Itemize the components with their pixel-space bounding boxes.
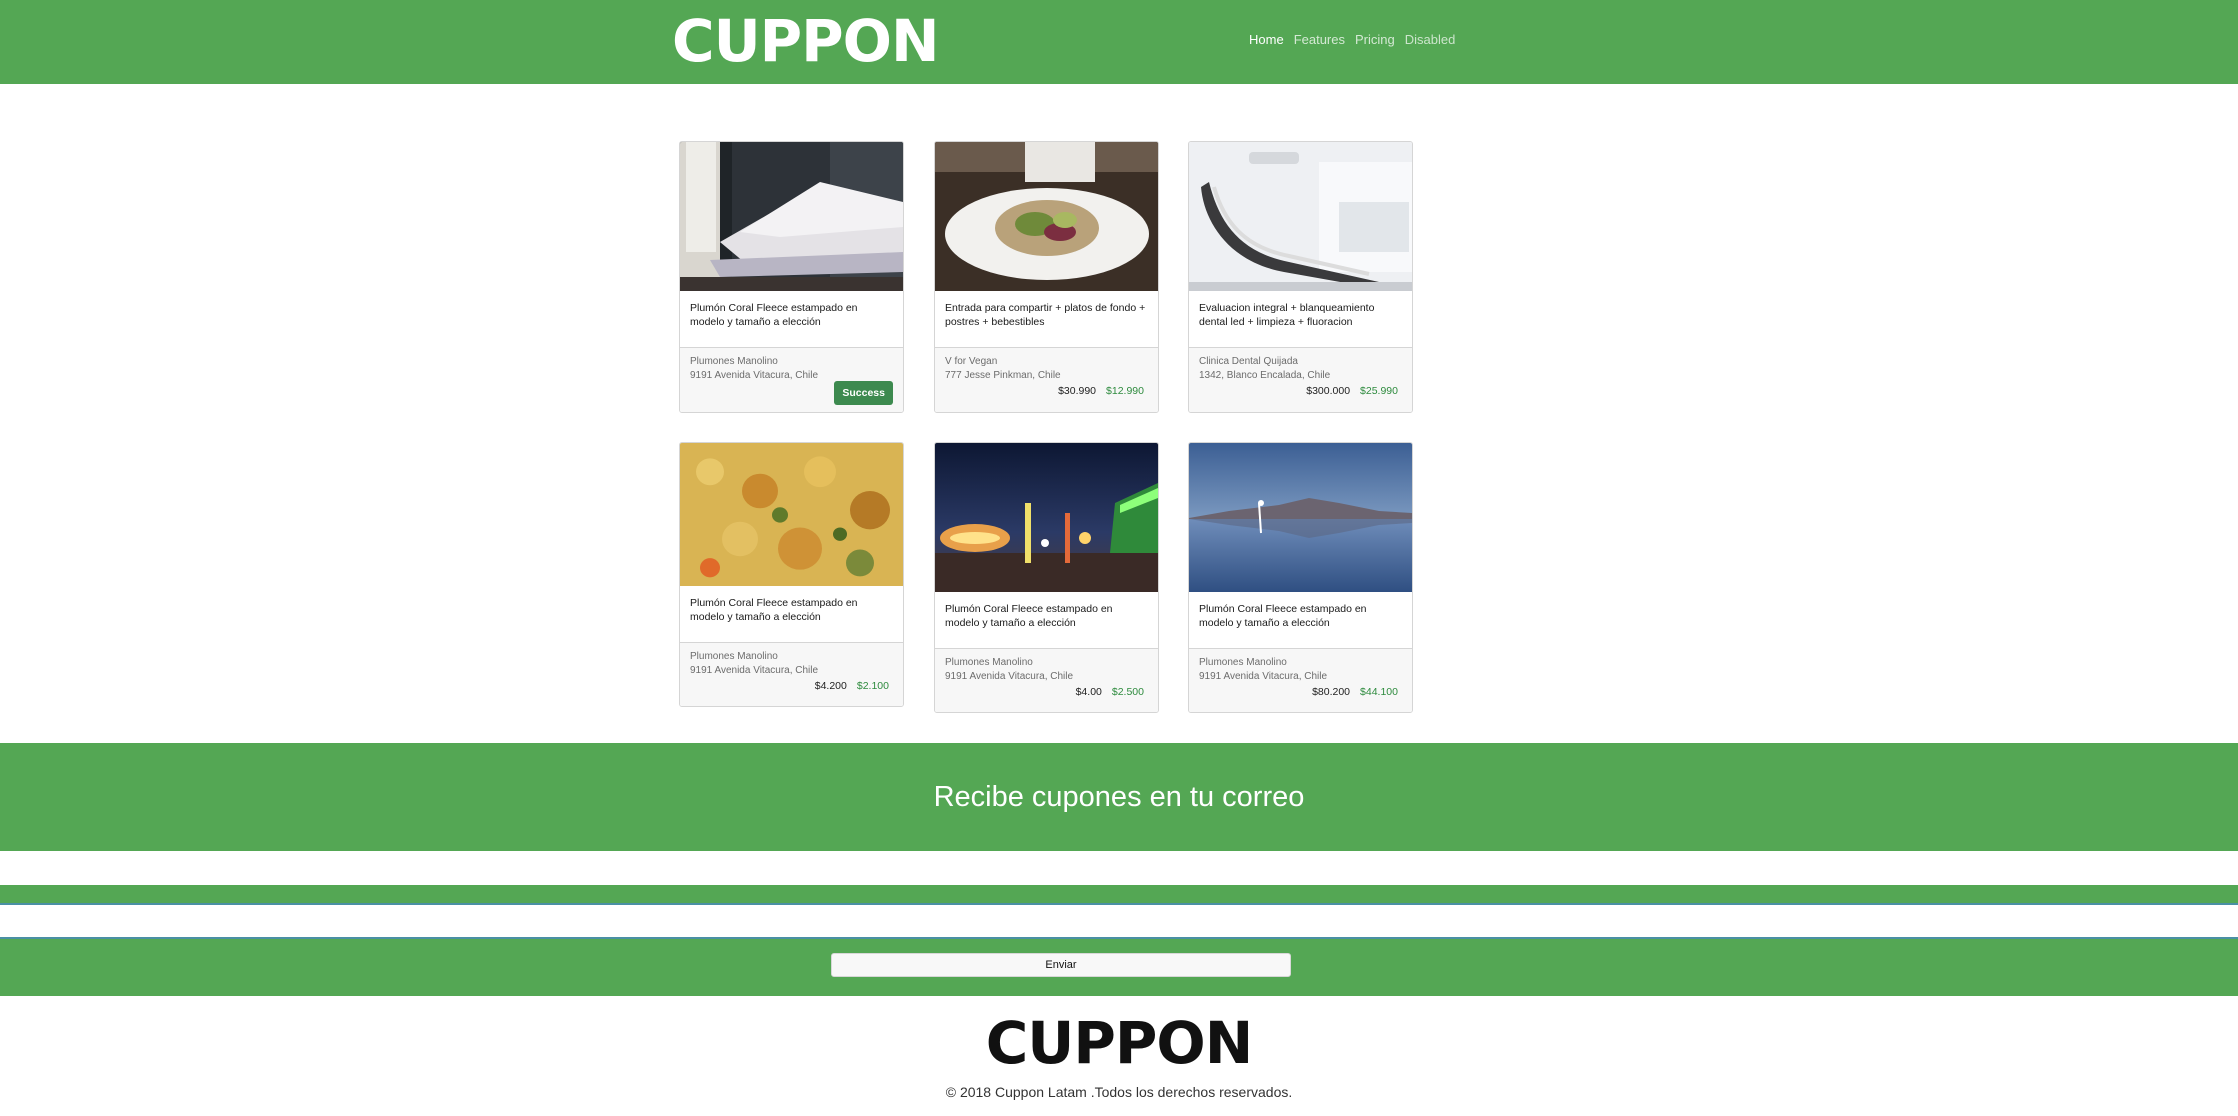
main-nav: Home Features Pricing Disabled <box>1249 31 1455 49</box>
newsletter-email-input[interactable] <box>0 851 2238 872</box>
success-button[interactable]: Success <box>834 381 893 405</box>
merchant-name: Plumones Manolino <box>690 356 778 367</box>
salad-plate-photo <box>935 142 1158 291</box>
merchant-address: 777 Jesse Pinkman, Chile <box>945 370 1061 381</box>
merchant-address: 9191 Avenida Vitacura, Chile <box>690 665 819 676</box>
original-price: $4.00 <box>1075 686 1102 698</box>
newsletter-title: Recibe cupones en tu correo <box>933 781 1305 813</box>
price-row: $4.00 $2.500 <box>1076 685 1144 699</box>
original-price: $4.200 <box>814 680 847 692</box>
merchant-address: 9191 Avenida Vitacura, Chile <box>945 671 1074 682</box>
coupon-card[interactable]: Entrada para compartir + platos de fondo… <box>934 141 1159 413</box>
card-title: Plumón Coral Fleece estampado en modelo … <box>680 291 903 348</box>
newsletter-divider <box>0 885 2238 903</box>
card-title: Plumón Coral Fleece estampado en modelo … <box>680 586 903 643</box>
newsletter-name-input[interactable] <box>0 905 2238 937</box>
discount-price: $2.500 <box>1111 686 1144 698</box>
card-footer: Plumones Manolino 9191 Avenida Vitacura,… <box>680 348 903 412</box>
salt-lake-photo <box>1189 443 1412 592</box>
dental-chair-photo <box>1189 142 1412 291</box>
chickpea-stew-photo <box>680 443 903 586</box>
discount-price: $12.990 <box>1106 385 1144 397</box>
coupon-card[interactable]: Plumón Coral Fleece estampado en modelo … <box>934 442 1159 713</box>
merchant-name: V for Vegan <box>945 356 998 367</box>
night-fair-photo <box>935 443 1158 592</box>
bedroom-photo <box>680 142 903 291</box>
footer-copyright: © 2018 Cuppon Latam .Todos los derechos … <box>945 1084 1293 1100</box>
footer-logo: CUPPON <box>985 1009 1254 1077</box>
original-price: $80.200 <box>1312 686 1351 698</box>
discount-price: $2.100 <box>856 680 889 692</box>
nav-link-home[interactable]: Home <box>1249 31 1284 49</box>
merchant-name: Plumones Manolino <box>945 657 1033 668</box>
original-price: $300.000 <box>1306 385 1351 397</box>
merchant-name: Clinica Dental Quijada <box>1199 356 1298 367</box>
price-row: $30.990 $12.990 <box>1058 384 1144 398</box>
merchant-name: Plumones Manolino <box>690 651 778 662</box>
card-footer: Plumones Manolino 9191 Avenida Vitacura,… <box>1189 649 1412 712</box>
price-row: $80.200 $44.100 <box>1312 685 1398 699</box>
card-title: Plumón Coral Fleece estampado en modelo … <box>935 592 1158 649</box>
top-navbar: CUPPON Home Features Pricing Disabled <box>0 0 2238 84</box>
newsletter-banner: Recibe cupones en tu correo <box>0 743 2238 851</box>
merchant-address: 1342, Blanco Encalada, Chile <box>1199 370 1331 381</box>
nav-link-disabled: Disabled <box>1404 32 1456 47</box>
nav-link-pricing[interactable]: Pricing <box>1355 31 1395 49</box>
coupon-card[interactable]: Plumón Coral Fleece estampado en modelo … <box>679 442 904 707</box>
card-title: Plumón Coral Fleece estampado en modelo … <box>1189 592 1412 649</box>
nav-link-features[interactable]: Features <box>1294 31 1345 49</box>
coupon-card[interactable]: Plumón Coral Fleece estampado en modelo … <box>679 141 904 413</box>
original-price: $30.990 <box>1058 385 1097 397</box>
discount-price: $44.100 <box>1360 686 1398 698</box>
merchant-address: 9191 Avenida Vitacura, Chile <box>1199 671 1328 682</box>
card-title: Evaluacion integral + blanqueamiento den… <box>1189 291 1412 348</box>
coupon-card[interactable]: Plumón Coral Fleece estampado en modelo … <box>1188 442 1413 713</box>
price-row: $300.000 $25.990 <box>1306 384 1398 398</box>
price-row: $4.200 $2.100 <box>815 679 889 693</box>
card-footer: Plumones Manolino 9191 Avenida Vitacura,… <box>680 643 903 706</box>
card-footer: Plumones Manolino 9191 Avenida Vitacura,… <box>935 649 1158 712</box>
discount-price: $25.990 <box>1360 385 1398 397</box>
merchant-name: Plumones Manolino <box>1199 657 1287 668</box>
send-button[interactable]: Enviar <box>831 953 1291 977</box>
card-footer: Clinica Dental Quijada 1342, Blanco Enca… <box>1189 348 1412 412</box>
coupon-card[interactable]: Evaluacion integral + blanqueamiento den… <box>1188 141 1413 413</box>
brand-logo[interactable]: CUPPON <box>672 8 940 74</box>
card-footer: V for Vegan 777 Jesse Pinkman, Chile $30… <box>935 348 1158 412</box>
card-title: Entrada para compartir + platos de fondo… <box>935 291 1158 348</box>
